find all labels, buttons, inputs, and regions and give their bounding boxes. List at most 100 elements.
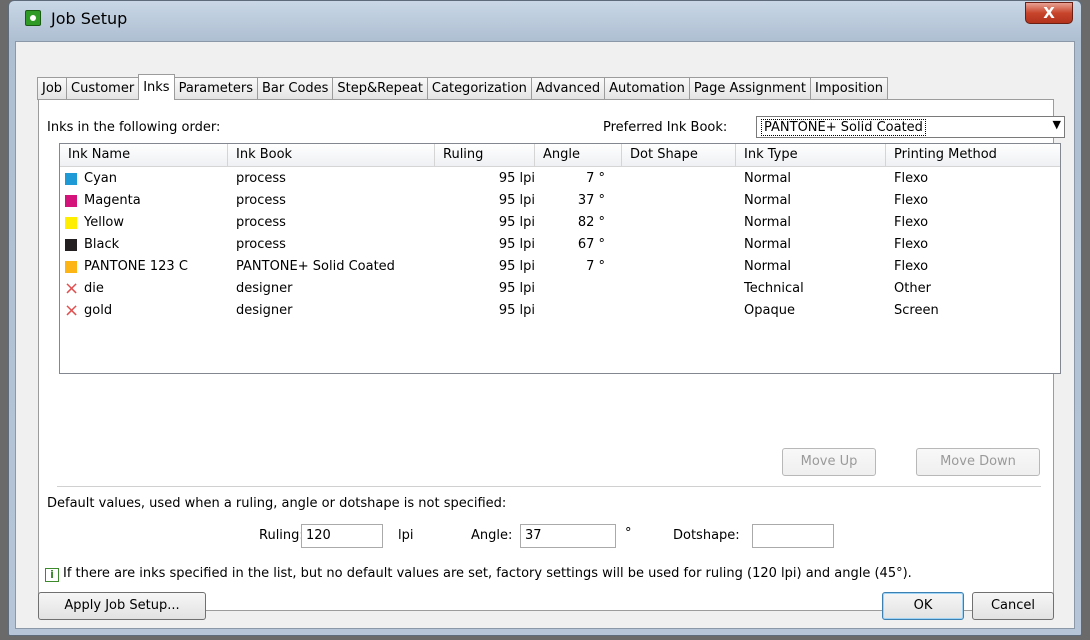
ink-color-swatch (65, 239, 77, 251)
table-row[interactable]: × gold designer 95 lpi Opaque Screen (60, 300, 1060, 322)
cell-book: designer (236, 281, 293, 296)
cell-method: Flexo (894, 171, 929, 186)
column-ink-type[interactable]: Ink Type (736, 144, 886, 167)
column-ruling[interactable]: Ruling (435, 144, 535, 167)
table-row[interactable]: Magenta process 95 lpi 37 ° Normal Flexo (60, 190, 1060, 212)
ok-button[interactable]: OK (882, 592, 964, 620)
tab-strip: Job Customer Inks Parameters Bar Codes Step&R… (37, 74, 889, 100)
cell-name: gold (84, 303, 113, 318)
column-ink-name[interactable]: Ink Name (60, 144, 228, 167)
technical-ink-icon: × (64, 300, 80, 321)
tab-advanced[interactable]: Advanced (530, 77, 606, 100)
close-button[interactable]: X (1025, 2, 1073, 24)
cell-ink-type: Technical (744, 281, 804, 296)
cell-book: process (236, 237, 286, 252)
default-ruling-label: Ruling: (259, 528, 304, 543)
tab-bar-codes[interactable]: Bar Codes (257, 77, 334, 100)
column-angle[interactable]: Angle (535, 144, 622, 167)
cell-dot-shape (630, 256, 730, 278)
tab-categorization[interactable]: Categorization (426, 77, 532, 100)
default-dotshape-input[interactable] (752, 524, 834, 548)
cell-name: Black (84, 237, 120, 252)
window-title: Job Setup (51, 9, 128, 28)
ink-color-swatch (65, 261, 77, 273)
inks-tab-panel: Inks in the following order: Preferred I… (38, 99, 1065, 611)
cell-ruling: 95 lpi (498, 215, 535, 230)
cell-angle: 82 ° (577, 215, 605, 230)
cell-method: Other (894, 281, 931, 296)
cell-dot-shape (630, 278, 730, 300)
ink-color-swatch (65, 195, 77, 207)
column-dot-shape[interactable]: Dot Shape (622, 144, 736, 167)
default-angle-unit: ° (625, 526, 632, 541)
tab-automation[interactable]: Automation (604, 77, 690, 100)
cell-name: Magenta (84, 193, 141, 208)
preferred-ink-book-value: PANTONE+ Solid Coated (761, 119, 926, 136)
cell-dot-shape (630, 190, 730, 212)
default-angle-input[interactable]: 37 (520, 524, 616, 548)
cancel-button[interactable]: Cancel (972, 592, 1054, 620)
app-icon (25, 10, 41, 26)
table-row[interactable]: Yellow process 95 lpi 82 ° Normal Flexo (60, 212, 1060, 234)
cell-dot-shape (630, 300, 730, 322)
table-row[interactable]: × die designer 95 lpi Technical Other (60, 278, 1060, 300)
cell-method: Flexo (894, 215, 929, 230)
column-ink-book[interactable]: Ink Book (228, 144, 435, 167)
cell-ink-type: Normal (744, 171, 792, 186)
cell-method: Flexo (894, 259, 929, 274)
default-ruling-unit: lpi (398, 528, 414, 543)
tab-page-assignment[interactable]: Page Assignment (688, 77, 812, 100)
cell-dot-shape (630, 212, 730, 234)
tab-step-repeat[interactable]: Step&Repeat (332, 77, 428, 100)
cell-name: die (84, 281, 104, 296)
preferred-ink-book-dropdown[interactable]: PANTONE+ Solid Coated ▼ (756, 116, 1065, 138)
info-icon: i (45, 568, 59, 582)
table-row[interactable]: Black process 95 lpi 67 ° Normal Flexo (60, 234, 1060, 256)
dialog-body: Job Customer Inks Parameters Bar Codes Step&R… (15, 41, 1075, 629)
inks-table-header: Ink Name Ink Book Ruling Angle Dot Shape… (60, 144, 1060, 167)
tab-customer[interactable]: Customer (66, 77, 140, 100)
cell-method: Screen (894, 303, 939, 318)
cell-ink-type: Normal (744, 215, 792, 230)
defaults-label: Default values, used when a ruling, angl… (47, 496, 507, 511)
cell-ruling: 95 lpi (498, 281, 535, 296)
cell-ruling: 95 lpi (498, 259, 535, 274)
cell-book: process (236, 215, 286, 230)
default-ruling-input[interactable]: 120 (301, 524, 383, 548)
apply-job-setup-button[interactable]: Apply Job Setup... (38, 592, 206, 620)
cell-book: process (236, 171, 286, 186)
cell-dot-shape (630, 234, 730, 256)
move-down-button[interactable]: Move Down (916, 448, 1040, 476)
tab-imposition[interactable]: Imposition (810, 77, 889, 100)
cell-book: process (236, 193, 286, 208)
table-row[interactable]: PANTONE 123 C PANTONE+ Solid Coated 95 lpi… (60, 256, 1060, 278)
default-angle-label: Angle: (471, 528, 513, 543)
inks-table: Ink Name Ink Book Ruling Angle Dot Shape… (59, 143, 1061, 374)
cell-angle: 7 ° (586, 259, 605, 274)
ink-color-swatch (65, 217, 77, 229)
tab-inks[interactable]: Inks (138, 74, 175, 100)
cell-angle: 7 ° (586, 171, 605, 186)
move-up-button[interactable]: Move Up (782, 448, 876, 476)
title-bar[interactable]: Job Setup X (9, 1, 1081, 41)
cell-angle: 37 ° (577, 193, 605, 208)
cell-ruling: 95 lpi (498, 303, 535, 318)
ink-color-swatch (65, 173, 77, 185)
cell-ruling: 95 lpi (498, 193, 535, 208)
cell-book: designer (236, 303, 293, 318)
cell-ruling: 95 lpi (498, 171, 535, 186)
separator (57, 486, 1041, 487)
tab-job[interactable]: Job (37, 77, 68, 100)
cell-ink-type: Normal (744, 193, 792, 208)
cell-ink-type: Opaque (744, 303, 795, 318)
preferred-ink-book-label: Preferred Ink Book: (603, 120, 728, 135)
column-printing-method[interactable]: Printing Method (886, 144, 1060, 167)
tab-parameters[interactable]: Parameters (173, 77, 258, 100)
default-dotshape-label: Dotshape: (673, 528, 740, 543)
cell-angle (535, 278, 605, 300)
cell-method: Flexo (894, 193, 929, 208)
cell-dot-shape (630, 168, 730, 190)
chevron-down-icon[interactable]: ▼ (1053, 118, 1061, 131)
table-row[interactable]: Cyan process 95 lpi 7 ° Normal Flexo (60, 168, 1060, 190)
cell-angle: 67 ° (577, 237, 605, 252)
